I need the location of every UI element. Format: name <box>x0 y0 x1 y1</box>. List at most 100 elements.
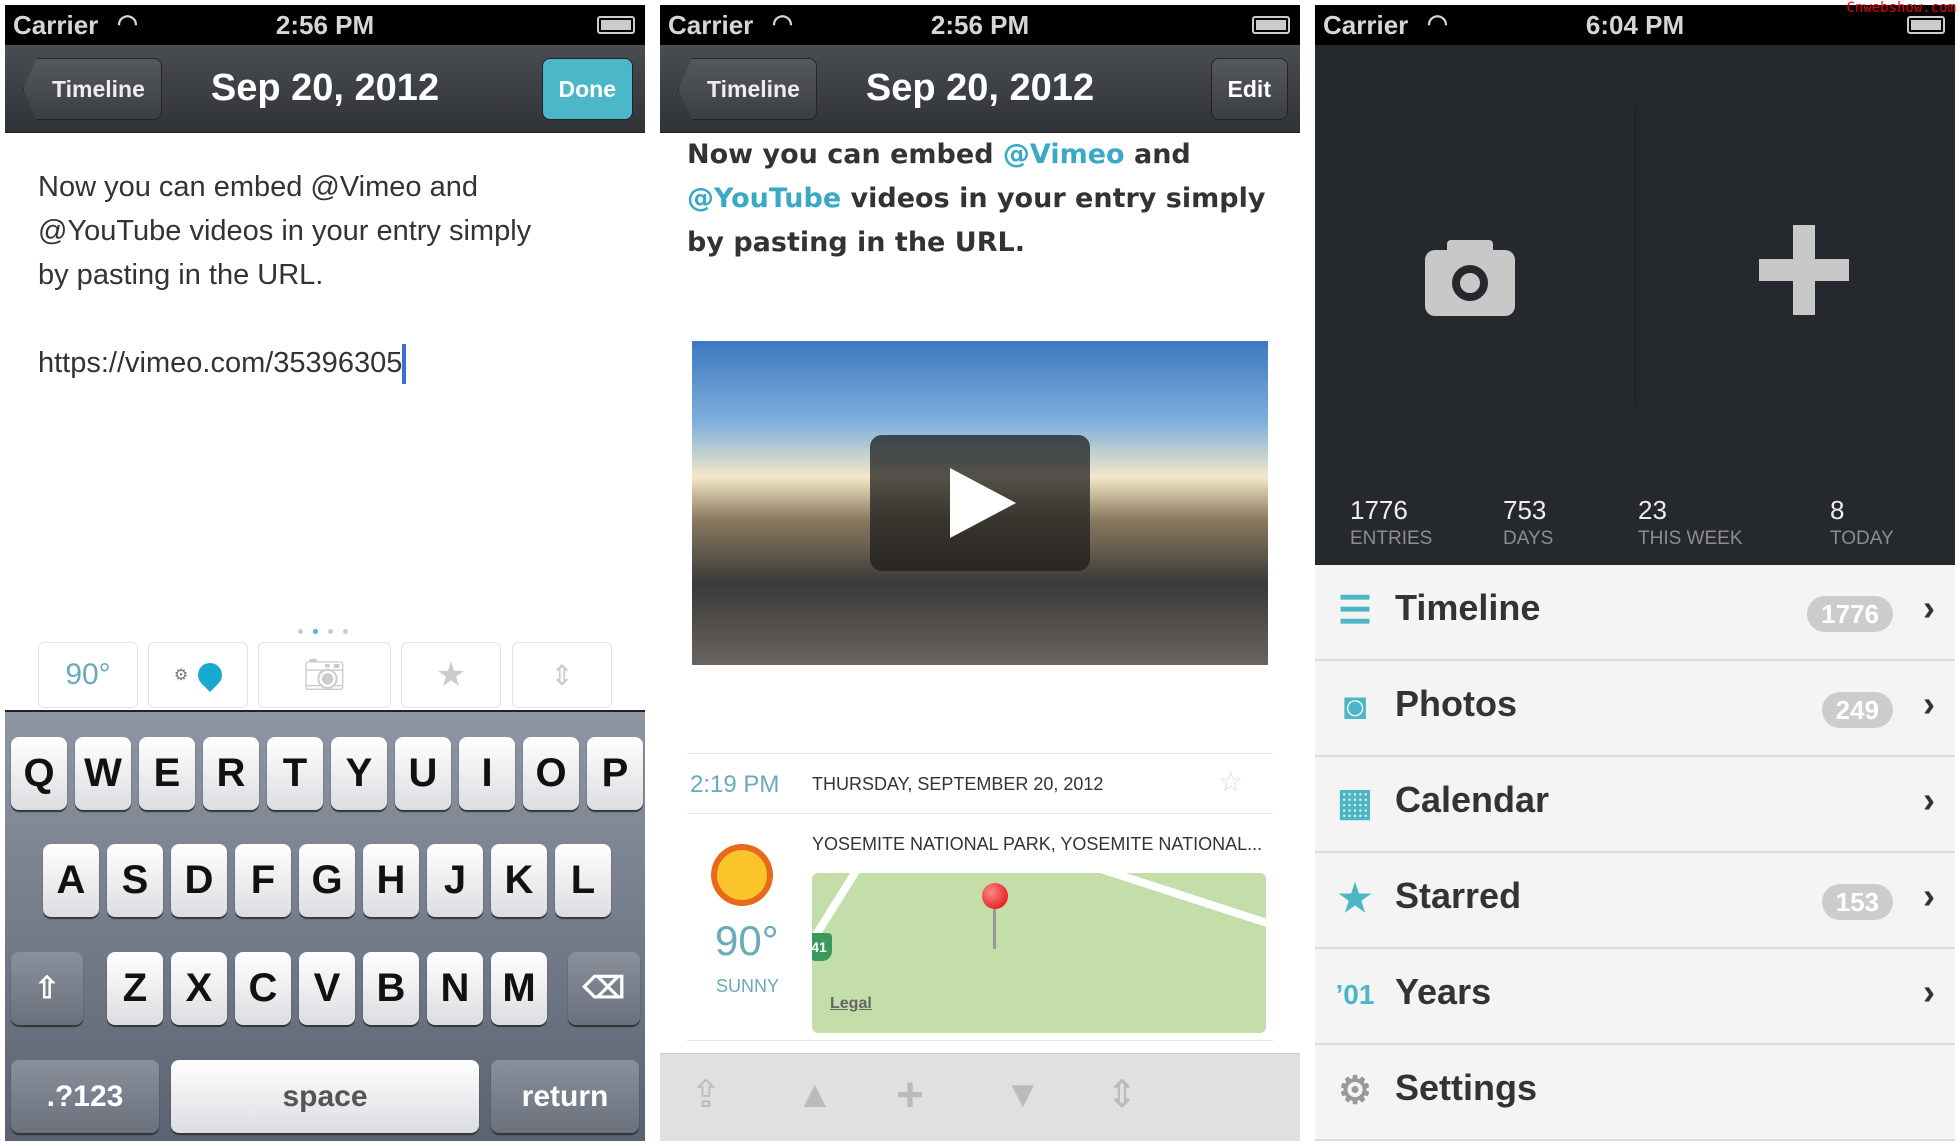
battery-icon <box>1907 16 1945 34</box>
camera-icon: 📷︎ <box>302 656 347 694</box>
stat-label: DAYS <box>1503 528 1554 549</box>
key-q[interactable]: Q <box>11 737 67 810</box>
space-key[interactable]: space <box>171 1060 479 1133</box>
key-p[interactable]: P <box>587 737 643 810</box>
delete-key[interactable]: ⌫ <box>568 952 640 1025</box>
stat-entries: 1776 ENTRIES <box>1350 495 1432 550</box>
location-text: YOSEMITE NATIONAL PARK, YOSEMITE NATIONA… <box>812 834 1263 854</box>
menu-item-settings[interactable]: ⚙ Settings <box>1315 1045 1955 1141</box>
legal-link[interactable]: Legal <box>830 995 872 1013</box>
numbers-key[interactable]: .?123 <box>11 1060 159 1133</box>
play-button[interactable] <box>870 435 1090 571</box>
new-entry-button[interactable] <box>1635 45 1955 465</box>
count-badge: 1776 <box>1807 596 1893 632</box>
back-button[interactable]: Timeline <box>678 58 817 120</box>
key-x[interactable]: X <box>171 952 227 1025</box>
key-y[interactable]: Y <box>331 737 387 810</box>
calendar-icon: ▦ <box>1337 782 1373 824</box>
text-line: Now you can embed @Vimeo and <box>38 171 478 203</box>
play-icon <box>950 468 1016 538</box>
text-line: by pasting in the URL. <box>38 259 324 291</box>
chevron-right-icon: › <box>1923 587 1935 628</box>
bottom-toolbar: ⇪ ▲ + ▼ ⇕ <box>660 1053 1300 1141</box>
entry-text: Now you can embed @Vimeo and @YouTube vi… <box>687 133 1287 265</box>
key-l[interactable]: L <box>555 844 611 917</box>
key-k[interactable]: K <box>491 844 547 917</box>
key-t[interactable]: T <box>267 737 323 810</box>
menu-item-photos[interactable]: ◙ Photos 249 › <box>1315 661 1955 757</box>
stat-label: THIS WEEK <box>1638 528 1743 549</box>
location-button[interactable]: ⚙ <box>148 642 248 708</box>
key-s[interactable]: S <box>107 844 163 917</box>
menu-item-label: Photos <box>1395 683 1517 724</box>
key-w[interactable]: W <box>75 737 131 810</box>
menu-item-label: Starred <box>1395 875 1522 916</box>
back-button[interactable]: Timeline <box>23 58 162 120</box>
camera-icon <box>1425 240 1515 316</box>
key-d[interactable]: D <box>171 844 227 917</box>
key-r[interactable]: R <box>203 737 259 810</box>
youtube-link[interactable]: @YouTube <box>687 183 841 214</box>
key-a[interactable]: A <box>43 844 99 917</box>
key-c[interactable]: C <box>235 952 291 1025</box>
next-entry-icon[interactable]: ▼ <box>1004 1074 1042 1117</box>
chevron-right-icon: › <box>1923 971 1935 1012</box>
key-h[interactable]: H <box>363 844 419 917</box>
menu-item-years[interactable]: ’01 Years › <box>1315 949 1955 1045</box>
star-button[interactable]: ★ <box>401 642 501 708</box>
page-dots <box>298 629 348 634</box>
vimeo-link[interactable]: @Vimeo <box>1003 139 1125 170</box>
keyboard: Q W E R T Y U I O P A S D F G H J K L ⇧ Z X C V B N M ⌫ .?123 space re… <box>5 710 645 1141</box>
key-e[interactable]: E <box>139 737 195 810</box>
map-pin <box>982 883 1008 949</box>
starred-icon: ★ <box>1337 878 1373 920</box>
weather-temp: 90° <box>715 917 779 964</box>
done-button[interactable]: Done <box>541 58 633 120</box>
weather-button[interactable]: 90° <box>38 642 138 708</box>
menu-item-starred[interactable]: ★ Starred 153 › <box>1315 853 1955 949</box>
return-key[interactable]: return <box>491 1060 639 1133</box>
key-o[interactable]: O <box>523 737 579 810</box>
entry-time: 2:19 PM <box>690 771 780 798</box>
weather-condition: SUNNY <box>716 976 780 996</box>
video-thumbnail[interactable] <box>692 341 1268 665</box>
star-icon[interactable]: ☆ <box>1218 765 1243 798</box>
key-g[interactable]: G <box>299 844 355 917</box>
add-entry-icon[interactable]: + <box>896 1068 924 1123</box>
expand-icon[interactable]: ⇕ <box>1106 1072 1138 1117</box>
stat-value: 23 <box>1638 495 1667 525</box>
chevron-right-icon: › <box>1923 779 1935 820</box>
key-m[interactable]: M <box>491 952 547 1025</box>
add-photo-button[interactable] <box>1315 45 1635 465</box>
text: and <box>1124 139 1191 170</box>
map[interactable]: 41 Legal <box>812 873 1266 1033</box>
camera-button[interactable]: 📷︎ <box>258 642 391 708</box>
plus-icon <box>1759 225 1849 315</box>
count-badge: 249 <box>1821 692 1893 728</box>
key-j[interactable]: J <box>427 844 483 917</box>
menu-item-timeline[interactable]: ☰ Timeline 1776 › <box>1315 565 1955 661</box>
text-line: @YouTube videos in your entry simply <box>38 215 532 247</box>
key-n[interactable]: N <box>427 952 483 1025</box>
gear-icon: ⚙ <box>173 667 189 684</box>
shift-key[interactable]: ⇧ <box>11 952 83 1025</box>
text: Now you can embed <box>687 139 1003 170</box>
previous-entry-icon[interactable]: ▲ <box>796 1074 834 1117</box>
key-z[interactable]: Z <box>107 952 163 1025</box>
entry-text-editor[interactable]: Now you can embed @Vimeo and @YouTube vi… <box>38 165 628 385</box>
key-b[interactable]: B <box>363 952 419 1025</box>
nav-bar: Sep 20, 2012 Timeline Edit <box>660 45 1300 133</box>
entry-screen: Carrier ◠ 2:56 PM Sep 20, 2012 Timeline … <box>660 5 1300 1141</box>
edit-button[interactable]: Edit <box>1210 58 1288 120</box>
share-icon[interactable]: ⇪ <box>690 1072 722 1117</box>
entry-date: THURSDAY, SEPTEMBER 20, 2012 <box>812 774 1104 794</box>
key-i[interactable]: I <box>459 737 515 810</box>
status-time: 2:56 PM <box>275 10 375 40</box>
key-v[interactable]: V <box>299 952 355 1025</box>
key-f[interactable]: F <box>235 844 291 917</box>
key-u[interactable]: U <box>395 737 451 810</box>
expand-icon: ⇕ <box>550 659 574 691</box>
menu-item-calendar[interactable]: ▦ Calendar › <box>1315 757 1955 853</box>
expand-button[interactable]: ⇕ <box>512 642 612 708</box>
text-cursor <box>402 344 407 385</box>
